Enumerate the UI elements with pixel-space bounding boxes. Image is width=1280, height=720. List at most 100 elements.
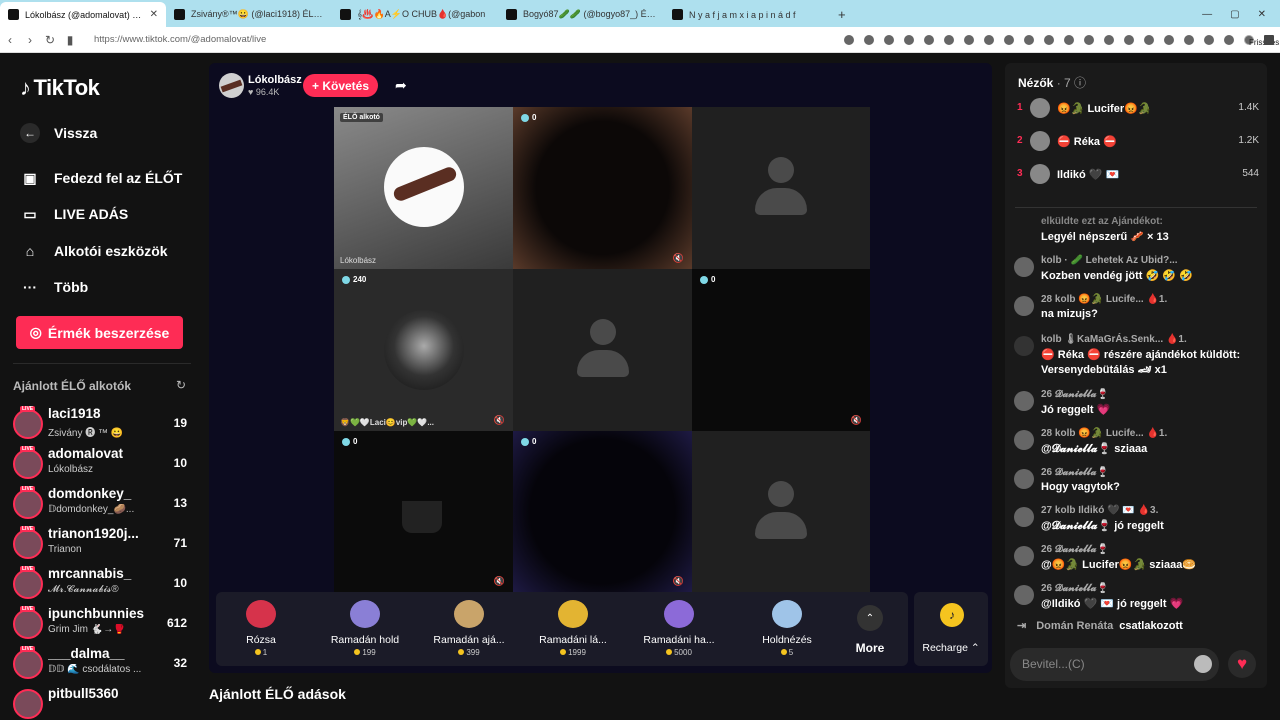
- avatar[interactable]: [1014, 546, 1034, 566]
- recommended-creator[interactable]: LIVE ipunchbunnies Grim Jim 🐇→🥊 612: [11, 606, 191, 642]
- avatar[interactable]: [1014, 296, 1034, 316]
- nav-back[interactable]: ← Vissza: [20, 123, 97, 143]
- video-cell[interactable]: 0 🔇: [334, 431, 513, 592]
- extension-icon[interactable]: [884, 34, 894, 45]
- extension-icon[interactable]: [844, 34, 854, 45]
- tiktok-logo[interactable]: ♪ TikTok: [20, 75, 100, 101]
- message-header[interactable]: 26 𝓓𝓪𝓷𝓲𝓮𝓵𝓵𝓪🍷: [1041, 467, 1109, 478]
- video-cell[interactable]: 0 🔇: [513, 107, 692, 269]
- recommended-creator[interactable]: LIVE mrcannabis_ 𝓜𝓻.𝓒𝓪𝓷𝓷𝓪𝓫𝓲𝓼® 10: [11, 566, 191, 602]
- extension-icon[interactable]: [1044, 34, 1054, 45]
- browser-tab[interactable]: 𝄞♨️🔥A⚡️O CHUB🩸(@gabon: [332, 2, 498, 27]
- share-icon[interactable]: ➦: [395, 77, 407, 94]
- extension-icon[interactable]: [1224, 34, 1234, 45]
- follow-button[interactable]: + Követés: [303, 74, 378, 97]
- extension-icon[interactable]: [1124, 34, 1134, 45]
- browser-tab[interactable]: Lókolbász (@adomalovat) ÉLŐ ✕: [0, 2, 166, 27]
- avatar[interactable]: [1014, 257, 1034, 277]
- extension-icon[interactable]: [944, 34, 954, 45]
- extension-icon[interactable]: [904, 34, 914, 45]
- browser-tab[interactable]: N y a f j a m x i a p i n á d f: [664, 2, 830, 27]
- extension-icon[interactable]: [1164, 34, 1174, 45]
- message-header[interactable]: 27 kolb Ildikó 🖤 💌 🩸3.: [1041, 505, 1158, 516]
- recommended-creator[interactable]: LIVE domdonkey_ 𝔻domdonkey_🥔... 13: [11, 486, 191, 522]
- forward-icon[interactable]: ›: [20, 33, 40, 47]
- message-header[interactable]: 26 𝓓𝓪𝓷𝓲𝓮𝓵𝓵𝓪🍷: [1041, 544, 1109, 555]
- gift-item[interactable]: Rózsa 1: [216, 600, 306, 657]
- browser-tab[interactable]: Bogyó87🥒🥒 (@bogyo87_) ÉLŐ a: [498, 2, 664, 27]
- avatar[interactable]: [1014, 430, 1034, 450]
- avatar[interactable]: [1014, 391, 1034, 411]
- get-coins-button[interactable]: ◎ Érmék beszerzése: [16, 316, 183, 349]
- message-header[interactable]: kolb · 🥒 Lehetek Az Ubid?...: [1041, 255, 1178, 266]
- browser-tab[interactable]: Zsivány®™😀 (@laci1918) ÉLŐ adás: [166, 2, 332, 27]
- refresh-recommended-icon[interactable]: ↻: [176, 378, 186, 392]
- recommended-creator[interactable]: pitbull5360: [11, 686, 191, 720]
- new-tab-button[interactable]: +: [830, 7, 854, 27]
- recommended-creator[interactable]: LIVE laci1918 Zsivány 🅡 ™ 😀 19: [11, 406, 191, 442]
- maximize-icon[interactable]: ▢: [1230, 9, 1239, 20]
- avatar[interactable]: [1014, 585, 1034, 605]
- message-header[interactable]: kolb 🌡KaMaGrÁs.Senk... 🩸1.: [1041, 334, 1187, 345]
- gift-item[interactable]: Ramadán hold 199: [320, 600, 410, 657]
- close-window-icon[interactable]: ✕: [1258, 9, 1266, 20]
- extension-icon[interactable]: [1024, 34, 1034, 45]
- join-user[interactable]: Domán Renáta: [1036, 620, 1113, 632]
- close-tab-icon[interactable]: ✕: [150, 9, 158, 20]
- extension-icon[interactable]: [984, 34, 994, 45]
- url-field[interactable]: https://www.tiktok.com/@adomalovat/live: [94, 34, 844, 45]
- extension-icon[interactable]: [1144, 34, 1154, 45]
- minimize-icon[interactable]: —: [1202, 9, 1212, 20]
- nav-go-live[interactable]: ▭ LIVE ADÁS: [20, 204, 128, 224]
- nav-more[interactable]: ··· Több: [20, 277, 88, 297]
- message-header[interactable]: 28 kolb 😡🐊 Lucife... 🩸1.: [1041, 428, 1167, 439]
- refresh-button[interactable]: Frissítés: [1244, 34, 1279, 47]
- video-cell-empty[interactable]: [513, 269, 692, 431]
- menu-icon[interactable]: [1264, 34, 1274, 45]
- video-cell-host[interactable]: ÉLŐ alkotó Lókolbász: [334, 107, 513, 269]
- recommended-creator[interactable]: LIVE trianon1920j... Trianon 71: [11, 526, 191, 562]
- recharge-button[interactable]: Recharge ⌃: [920, 642, 982, 654]
- gift-item[interactable]: Ramadáni ha... 5000: [634, 600, 724, 657]
- extension-icon[interactable]: [1064, 34, 1074, 45]
- more-gifts-chevron-icon[interactable]: ⌃: [857, 605, 883, 631]
- video-cell-empty[interactable]: [692, 107, 870, 269]
- reload-icon[interactable]: ↻: [40, 33, 60, 47]
- gift-item[interactable]: Ramadáni lá... 1999: [528, 600, 618, 657]
- extension-icon[interactable]: [1104, 34, 1114, 45]
- bookmark-icon[interactable]: ▮: [60, 33, 80, 47]
- nav-creator-tools[interactable]: ⌂ Alkotói eszközök: [20, 241, 168, 261]
- extension-icon[interactable]: [1204, 34, 1214, 45]
- extension-icon[interactable]: [1084, 34, 1094, 45]
- top-viewer[interactable]: 2 ⛔ Réka ⛔ 1.2K: [1017, 131, 1259, 153]
- extension-icon[interactable]: [924, 34, 934, 45]
- host-avatar[interactable]: [219, 73, 244, 98]
- gift-item[interactable]: Holdnézés 5: [742, 600, 832, 657]
- message-header[interactable]: 26 𝓓𝓪𝓷𝓲𝓮𝓵𝓵𝓪🍷: [1041, 583, 1109, 594]
- back-icon[interactable]: ‹: [0, 33, 20, 47]
- top-viewer[interactable]: 3 Ildikó 🖤 💌 544: [1017, 164, 1259, 186]
- extension-icon[interactable]: [964, 34, 974, 45]
- message-header[interactable]: 28 kolb 😡🐊 Lucife... 🩸1.: [1041, 294, 1167, 305]
- host-name[interactable]: Lókolbász: [248, 74, 302, 86]
- emoji-icon[interactable]: [1194, 655, 1212, 673]
- video-cell-guest[interactable]: 240 🦁💚🤍Laci😊vip💚🤍... 🔇: [334, 269, 513, 431]
- avatar[interactable]: [1014, 507, 1034, 527]
- chat-input[interactable]: Bevitel...(C): [1010, 648, 1219, 681]
- message-header[interactable]: 26 𝓓𝓪𝓷𝓲𝓮𝓵𝓵𝓪🍷: [1041, 389, 1109, 400]
- nav-explore-live[interactable]: ▣ Fedezd fel az ÉLŐT: [20, 168, 182, 188]
- gift-item[interactable]: Ramadán ajá... 399: [424, 600, 514, 657]
- top-viewer[interactable]: 1 😡🐊 Lucifer😡🐊 1.4K: [1017, 98, 1259, 120]
- recommended-creator[interactable]: LIVE adomalovat Lókolbász 10: [11, 446, 191, 482]
- info-icon[interactable]: ⓘ: [1074, 76, 1086, 90]
- more-gifts-button[interactable]: More: [850, 641, 890, 655]
- video-cell[interactable]: 0 🔇: [692, 269, 870, 431]
- video-cell-empty[interactable]: [692, 431, 870, 592]
- extension-icon[interactable]: [1004, 34, 1014, 45]
- avatar[interactable]: [1014, 469, 1034, 489]
- recommended-creator[interactable]: LIVE ___dalma__ 𝔻𝔻 🌊 csodálatos ... 32: [11, 646, 191, 682]
- video-cell[interactable]: 0 🔇: [513, 431, 692, 592]
- like-heart-icon[interactable]: ♥: [1228, 650, 1256, 678]
- extension-icon[interactable]: [864, 34, 874, 45]
- extension-icon[interactable]: [1184, 34, 1194, 45]
